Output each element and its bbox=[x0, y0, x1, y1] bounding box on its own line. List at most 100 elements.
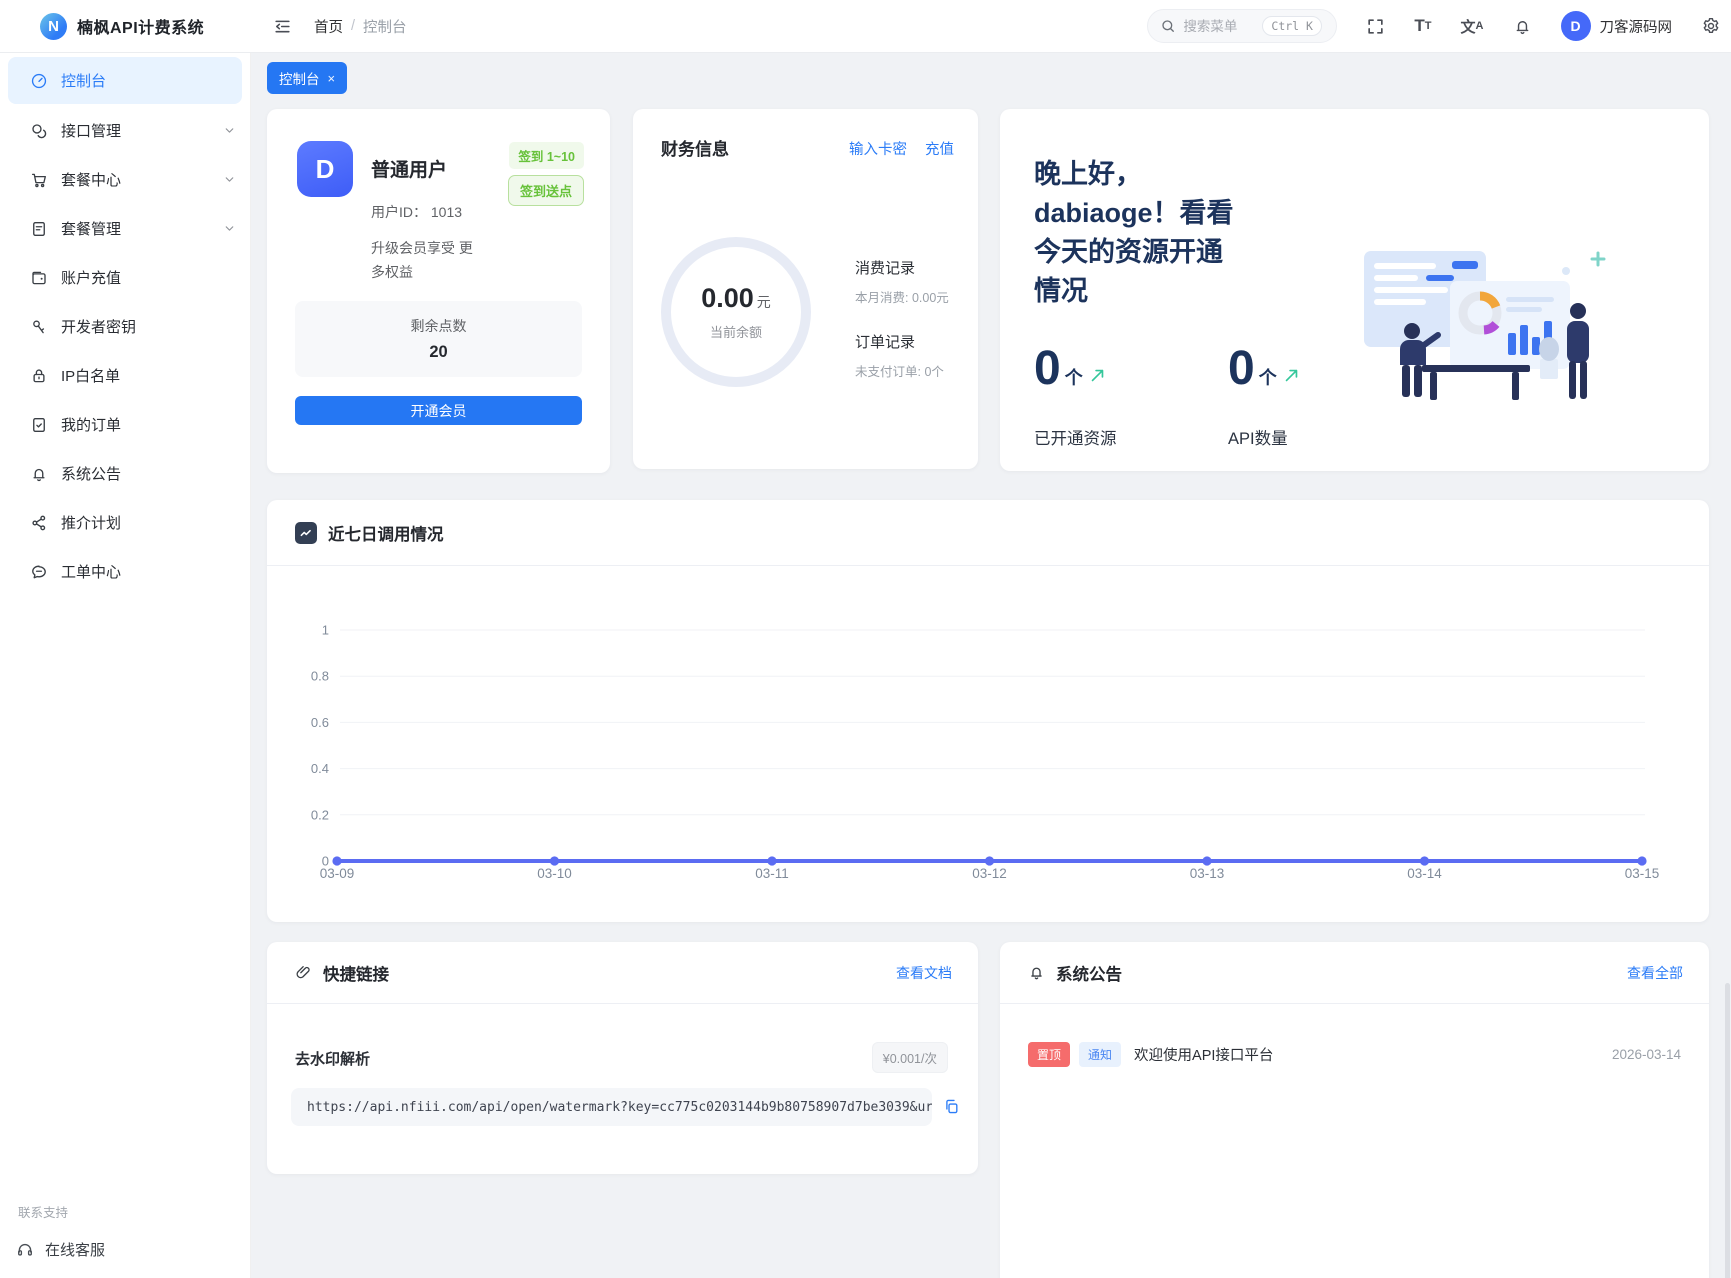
sidebar-item-my-orders[interactable]: 我的订单 bbox=[0, 400, 250, 449]
user-avatar: D bbox=[1560, 11, 1591, 41]
sidebar-item-label: IP白名单 bbox=[61, 368, 121, 385]
tab-close-icon[interactable]: × bbox=[328, 72, 336, 85]
office-illustration bbox=[1356, 237, 1608, 410]
points-value: 20 bbox=[429, 343, 448, 361]
online-support-link[interactable]: 在线客服 bbox=[16, 1239, 234, 1260]
copy-icon[interactable] bbox=[943, 1098, 960, 1115]
chart-header: 近七日调用情况 bbox=[267, 500, 1709, 566]
quick-links-card: 快捷链接 查看文档 去水印解析 ¥0.001/次 https://api.nfi… bbox=[267, 942, 978, 1174]
notification-bell-icon[interactable] bbox=[1513, 17, 1532, 36]
top-header: N 楠枫API计费系统 首页 / 控制台 Ctrl K bbox=[0, 0, 1731, 53]
sidebar-menu: 控制台 接口管理 套餐中心 套餐管理 账户充值 开发者密钥 IP白名单 我的订单… bbox=[0, 53, 250, 596]
sidebar-item-ticket-center[interactable]: 工单中心 bbox=[0, 547, 250, 596]
logo-area: N 楠枫API计费系统 bbox=[0, 12, 251, 40]
support-section-label: 联系支持 bbox=[18, 1206, 69, 1220]
user-role: 普通用户 bbox=[371, 160, 448, 181]
sidebar-item-developer-keys[interactable]: 开发者密钥 bbox=[0, 302, 250, 351]
breadcrumb: 首页 / 控制台 bbox=[314, 16, 407, 37]
consume-record-row: 消费记录 本月消费: 0.00元 bbox=[855, 257, 949, 306]
sidebar: 控制台 接口管理 套餐中心 套餐管理 账户充值 开发者密钥 IP白名单 我的订单… bbox=[0, 53, 251, 1278]
open-membership-button[interactable]: 开通会员 bbox=[295, 396, 582, 425]
search-icon bbox=[1162, 20, 1175, 32]
announcement-date: 2026-03-14 bbox=[1611, 1047, 1681, 1062]
announcements-card: 系统公告 查看全部 置顶 通知 欢迎使用API接口平台 2026-03-14 bbox=[1000, 942, 1709, 1278]
sidebar-item-ip-whitelist[interactable]: IP白名单 bbox=[0, 351, 250, 400]
order-record-detail: 未支付订单: 0个 bbox=[855, 365, 944, 379]
enter-card-key-link[interactable]: 输入卡密 bbox=[849, 138, 907, 159]
pinned-badge: 置顶 bbox=[1028, 1042, 1071, 1067]
tab-label: 控制台 bbox=[279, 72, 320, 87]
sidebar-item-label: 推介计划 bbox=[61, 515, 122, 532]
stat-opened-resources: 0个 bbox=[1034, 341, 1106, 396]
order-record-row: 订单记录 未支付订单: 0个 bbox=[855, 331, 949, 380]
sidebar-item-package-management[interactable]: 套餐管理 bbox=[0, 204, 250, 253]
search-input[interactable] bbox=[1183, 18, 1256, 34]
stat-opened-resources-label: 已开通资源 bbox=[1034, 430, 1117, 448]
settings-gear-icon[interactable] bbox=[1701, 16, 1721, 36]
sidebar-collapse-icon[interactable] bbox=[273, 17, 292, 36]
translate-icon[interactable]: 文A bbox=[1461, 16, 1484, 37]
bell-icon bbox=[30, 465, 48, 483]
user-id: 用户ID： 1013 bbox=[371, 204, 463, 220]
sidebar-item-api-management[interactable]: 接口管理 bbox=[0, 106, 250, 155]
app-title: 楠枫API计费系统 bbox=[77, 20, 205, 37]
recharge-link[interactable]: 充值 bbox=[925, 138, 954, 159]
scrollbar-thumb[interactable] bbox=[1725, 983, 1730, 1278]
sidebar-item-label: 工单中心 bbox=[61, 564, 122, 581]
svg-text:03-12: 03-12 bbox=[972, 866, 1007, 881]
tab-dashboard[interactable]: 控制台 × bbox=[267, 62, 348, 94]
share-icon bbox=[30, 514, 48, 532]
consume-record-detail: 本月消费: 0.00元 bbox=[855, 291, 949, 305]
checkin-button[interactable]: 签到送点 bbox=[507, 175, 584, 206]
user-avatar-large: D bbox=[297, 141, 353, 197]
svg-text:0.8: 0.8 bbox=[311, 669, 329, 684]
svg-text:03-13: 03-13 bbox=[1190, 866, 1225, 881]
sidebar-item-label: 开发者密钥 bbox=[61, 319, 137, 336]
breadcrumb-separator: / bbox=[351, 18, 356, 34]
upgrade-hint: 升级会员享受 更多权益 bbox=[371, 240, 473, 280]
search-input-wrapper[interactable]: Ctrl K bbox=[1147, 9, 1338, 43]
view-all-link[interactable]: 查看全部 bbox=[1627, 963, 1683, 983]
sidebar-item-system-announcements[interactable]: 系统公告 bbox=[0, 449, 250, 498]
breadcrumb-home[interactable]: 首页 bbox=[314, 16, 343, 37]
sidebar-item-label: 接口管理 bbox=[61, 123, 122, 140]
sidebar-item-account-recharge[interactable]: 账户充值 bbox=[0, 253, 250, 302]
user-profile-card: D 普通用户 用户ID： 1013 升级会员享受 更多权益 签到 1~10 签到… bbox=[267, 109, 610, 473]
svg-text:03-11: 03-11 bbox=[755, 866, 789, 881]
line-chart-icon bbox=[295, 521, 317, 544]
logo-letter: N bbox=[48, 17, 59, 35]
sidebar-item-package-center[interactable]: 套餐中心 bbox=[0, 155, 250, 204]
sidebar-item-referral-program[interactable]: 推介计划 bbox=[0, 498, 250, 547]
search-shortcut-badge: Ctrl K bbox=[1262, 16, 1322, 36]
quick-link-name: 去水印解析 bbox=[295, 1051, 371, 1068]
svg-text:03-09: 03-09 bbox=[320, 866, 355, 881]
sidebar-item-label: 套餐管理 bbox=[61, 221, 122, 238]
calls-line-chart: 10.80.60.40.2003-09 03-10 03-11 03-12 03-13 0… bbox=[311, 623, 1659, 882]
announcements-title: 系统公告 bbox=[1056, 965, 1122, 984]
greeting-text: 晚上好，dabiaoge！看看今天的资源开通情况 bbox=[1034, 159, 1234, 306]
view-docs-link[interactable]: 查看文档 bbox=[896, 963, 952, 983]
quick-links-title: 快捷链接 bbox=[323, 965, 389, 984]
header-actions: Ctrl K TT 文A D 刀客源码网 bbox=[1147, 9, 1731, 43]
breadcrumb-current: 控制台 bbox=[363, 19, 407, 36]
sidebar-item-label: 账户充值 bbox=[61, 270, 122, 287]
user-menu[interactable]: D 刀客源码网 bbox=[1560, 11, 1672, 41]
finance-rows: 消费记录 本月消费: 0.00元 订单记录 未支付订单: 0个 bbox=[855, 257, 949, 380]
fullscreen-icon[interactable] bbox=[1366, 17, 1385, 36]
chevron-down-icon bbox=[223, 222, 236, 235]
points-box: 剩余点数 20 bbox=[295, 301, 582, 377]
wallet-icon bbox=[30, 269, 48, 287]
api-icon bbox=[30, 122, 48, 140]
dashboard-icon bbox=[30, 72, 48, 90]
paperclip-icon bbox=[295, 964, 312, 981]
stat-api-count-label: API数量 bbox=[1228, 430, 1288, 448]
chart-title: 近七日调用情况 bbox=[328, 525, 444, 544]
announcement-row[interactable]: 置顶 通知 欢迎使用API接口平台 2026-03-14 bbox=[1028, 1042, 1681, 1067]
api-url-field[interactable]: https://api.nfiii.com/api/open/watermark… bbox=[291, 1088, 932, 1126]
balance-amount: 0.00 元 bbox=[701, 283, 771, 313]
checkin-range-badge: 签到 1~10 bbox=[509, 142, 584, 169]
sidebar-item-dashboard[interactable]: 控制台 bbox=[8, 57, 242, 104]
trend-up-icon bbox=[1283, 367, 1300, 384]
font-size-icon[interactable]: TT bbox=[1414, 16, 1431, 36]
main-content: 控制台 × D 普通用户 用户ID： 1013 升级会员享受 更多权益 签到 1… bbox=[251, 53, 1731, 1278]
